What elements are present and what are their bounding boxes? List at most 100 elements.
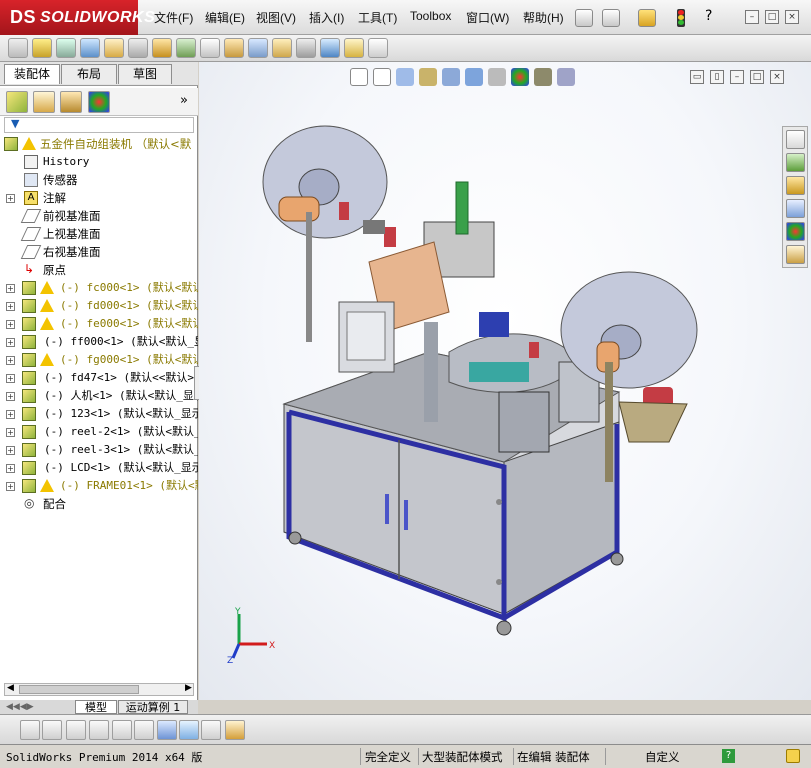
display-pane-icon[interactable] [42,720,62,740]
restore-app-button[interactable]: □ [765,10,779,24]
dotted-list-icon[interactable] [112,720,132,740]
expand-icon[interactable]: + [6,374,15,383]
graphics-area[interactable]: Y X Z [199,62,811,700]
interference-detection-icon[interactable] [272,38,292,58]
display-style-icon[interactable] [465,68,483,86]
view-orientation-icon[interactable] [442,68,460,86]
help-status-icon[interactable]: ? [722,749,735,763]
tile-vertical-button[interactable]: ▯ [710,70,724,84]
new-motion-study-icon[interactable] [200,38,220,58]
tree-list-icon[interactable] [134,720,154,740]
filter-icon[interactable]: ▼ [11,117,19,130]
close-doc-button[interactable]: × [770,70,784,84]
tree-root[interactable]: 五金件自动组装机 （默认<默 [2,135,198,153]
menu-window[interactable]: 窗口(W) [466,9,509,26]
apply-scene-icon[interactable] [534,68,552,86]
tree-item-top-plane[interactable]: 上视基准面 [2,225,198,243]
expand-icon[interactable]: + [6,284,15,293]
tree-item-annotations[interactable]: + A 注解 [2,189,198,207]
feature-manager-icon[interactable] [6,91,28,113]
tree-component-ff000[interactable]: + (-) ff000<1> (默认<默认_显 [2,333,198,351]
tree-item-front-plane[interactable]: 前视基准面 [2,207,198,225]
restore-doc-button[interactable]: □ [750,70,764,84]
reference-geometry-icon[interactable] [176,38,196,58]
display-manager-icon[interactable] [88,91,110,113]
tree-component-fd47[interactable]: + (-) fd47<1> (默认<<默认>_显 [2,369,198,387]
design-library-icon[interactable] [786,153,805,172]
menu-help[interactable]: 帮助(H) [523,9,564,26]
tree-item-origin[interactable]: ↳ 原点 [2,261,198,279]
exploded-view-icon[interactable] [248,38,268,58]
home-icon[interactable] [786,130,805,149]
expand-icon[interactable]: + [6,320,15,329]
tree-component-fd000[interactable]: + (-) fd000<1> (默认<默认 [2,297,198,315]
scroll-left-icon[interactable]: ◀ [7,683,14,693]
tree-component-123[interactable]: + (-) 123<1> (默认<默认_显示 [2,405,198,423]
instant3d-icon[interactable] [344,38,364,58]
section-view-icon[interactable] [419,68,437,86]
hole-alignment-icon[interactable] [320,38,340,58]
tree-item-right-plane[interactable]: 右视基准面 [2,243,198,261]
tab-sketch[interactable]: 草图 [118,64,172,84]
tile-horizontal-button[interactable]: ▭ [690,70,704,84]
appearances-icon[interactable] [786,222,805,241]
tree-component-frame01[interactable]: + (-) FRAME01<1> (默认<默认 [2,477,198,495]
tab-scroll-icon[interactable]: ◀◀◀▶ [6,702,34,712]
expand-panel-icon[interactable]: » [180,93,188,108]
close-app-button[interactable]: × [785,10,799,24]
expand-icon[interactable]: + [6,482,15,491]
flatten-icon[interactable] [20,720,40,740]
tag-icon[interactable] [786,749,800,763]
custom-properties-icon[interactable] [786,245,805,264]
menu-toolbox[interactable]: Toolbox [410,9,451,23]
expand-icon[interactable]: + [6,464,15,473]
tree-component-reel-2[interactable]: + (-) reel-2<1> (默认<默认_显 [2,423,198,441]
expand-icon[interactable]: + [6,428,15,437]
table-icon[interactable] [201,720,221,740]
bill-of-materials-icon[interactable] [224,38,244,58]
tab-motion-study[interactable]: 运动算例 1 [118,700,188,714]
tree-item-mates[interactable]: ◎ 配合 [2,495,198,513]
speedpak-icon[interactable] [368,38,388,58]
assembly-features-icon[interactable] [152,38,172,58]
rebuild-traffic-light-icon[interactable] [677,9,685,27]
scroll-right-icon[interactable]: ▶ [185,683,192,693]
expand-icon[interactable]: + [6,194,15,203]
configuration-manager-icon[interactable] [60,91,82,113]
insert-component-icon[interactable] [32,38,52,58]
expand-icon[interactable]: + [6,338,15,347]
component-icon[interactable] [8,38,28,58]
menu-file[interactable]: 文件(F) [154,9,193,26]
menu-view[interactable]: 视图(V) [256,9,296,26]
pattern-icon[interactable] [80,38,100,58]
hide-show-items-icon[interactable] [488,68,506,86]
move-component-icon[interactable] [104,38,124,58]
layout-toggle-icon[interactable] [157,720,177,740]
tree-component-fc000[interactable]: + (-) fc000<1> (默认<默认 [2,279,198,297]
tree-component-hmi[interactable]: + (-) 人机<1> (默认<默认_显示 [2,387,198,405]
tree-item-history[interactable]: History [2,153,198,171]
tab-model[interactable]: 模型 [75,700,117,714]
tab-assembly[interactable]: 装配体 [4,64,60,84]
edit-appearance-icon[interactable] [511,68,529,86]
tree-filter[interactable]: ▼ [4,117,194,133]
view-settings-icon[interactable] [557,68,575,86]
tree-item-sensors[interactable]: 传感器 [2,171,198,189]
list-icon[interactable] [89,720,109,740]
assembly-model-render[interactable]: Y X Z [199,62,811,700]
menu-insert[interactable]: 插入(I) [309,9,344,26]
minimize-doc-button[interactable]: – [730,70,744,84]
clearance-verification-icon[interactable] [296,38,316,58]
expand-icon[interactable]: + [6,446,15,455]
open-folder-icon[interactable] [638,9,656,27]
previous-view-icon[interactable] [396,68,414,86]
scroll-thumb[interactable] [19,685,139,694]
expand-icon[interactable]: + [6,302,15,311]
mate-icon[interactable] [56,38,76,58]
tree-component-fe000[interactable]: + (-) fe000<1> (默认<默认 [2,315,198,333]
save-view-icon[interactable] [225,720,245,740]
minimize-app-button[interactable]: – [745,10,759,24]
new-document-icon[interactable] [602,9,620,27]
property-manager-icon[interactable] [33,91,55,113]
file-explorer-icon[interactable] [786,176,805,195]
